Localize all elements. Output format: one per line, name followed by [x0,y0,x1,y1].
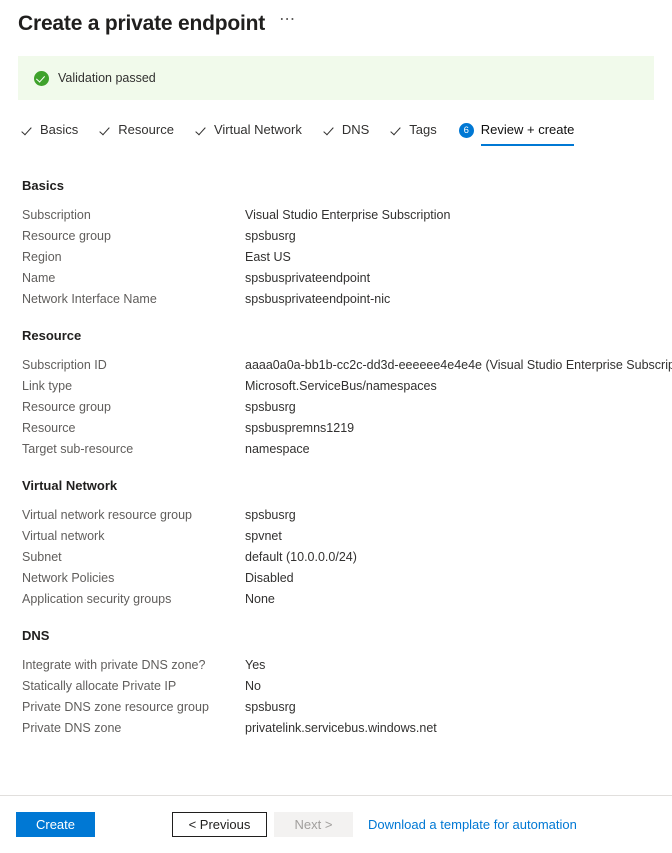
summary-value: aaaa0a0a-bb1b-cc2c-dd3d-eeeeee4e4e4e (Vi… [245,358,672,372]
summary-label: Integrate with private DNS zone? [22,658,206,672]
summary-value: spsbusprivateendpoint [245,271,371,285]
summary-row: Name spsbusprivateendpoint [22,268,662,289]
summary-row: Resource group spsbusrg [22,226,662,247]
validation-message: Validation passed [58,71,156,85]
tab-label: Review + create [480,122,575,137]
summary-label: Resource group [22,229,111,243]
summary-label: Application security groups [22,592,172,606]
summary-row: Statically allocate Private IP No [22,676,662,697]
summary-value: privatelink.servicebus.windows.net [245,721,437,735]
check-icon [391,125,402,136]
summary-row: Application security groups None [22,589,662,610]
next-button: Next > [274,812,353,837]
summary-label: Name [22,271,56,285]
validation-banner: Validation passed [18,56,654,100]
footer-action-bar: Create < Previous Next > Download a temp… [0,796,672,853]
summary-value: spvnet [245,529,282,543]
summary-value: spsbusrg [245,400,296,414]
summary-value: Disabled [245,571,294,585]
tab-step-badge: 6 [458,122,474,138]
summary-row: Region East US [22,247,662,268]
section-basics: Basics Subscription Visual Studio Enterpri… [22,178,662,310]
summary-label: Subscription [22,208,91,222]
summary-label: Statically allocate Private IP [22,679,177,693]
summary-label: Subscription ID [22,358,107,372]
summary-label: Subnet [22,550,62,564]
previous-button[interactable]: < Previous [172,812,267,837]
summary-row: Virtual network resource group spsbusrg [22,505,662,526]
summary-row: Subscription ID aaaa0a0a-bb1b-cc2c-dd3d-e… [22,355,672,376]
summary-value: spsbusrg [245,700,296,714]
summary-label: Network Interface Name [22,292,157,306]
summary-row: Private DNS zone resource group spsbusrg [22,697,662,718]
tab-label: DNS [341,122,370,137]
summary-label: Target sub-resource [22,442,134,456]
check-icon [100,125,111,136]
summary-label: Virtual network [22,529,105,543]
summary-row: Link type Microsoft.ServiceBus/namespaces [22,376,662,397]
summary-value: Microsoft.ServiceBus/namespaces [245,379,437,393]
tab-tags[interactable]: Tags [391,122,436,146]
summary-label: Resource [22,421,76,435]
section-title: Resource [22,328,82,343]
check-icon [22,125,33,136]
page-header: Create a private endpoint ⋯ [18,8,654,40]
summary-label: Link type [22,379,73,393]
page-title: Create a private endpoint [18,12,266,35]
summary-row: Resource group spsbusrg [22,397,662,418]
summary-row: Subnet default (10.0.0.0/24) [22,547,662,568]
tab-virtual-network[interactable]: Virtual Network [196,122,302,146]
summary-row: Virtual network spvnet [22,526,662,547]
section-title: Basics [22,178,64,193]
tab-label: Virtual Network [213,122,302,137]
summary-row: Private DNS zone privatelink.servicebus.w… [22,718,662,739]
summary-label: Network Policies [22,571,115,585]
tab-review-create[interactable]: 6 Review + create [458,122,575,146]
summary-label: Region [22,250,62,264]
summary-value: None [245,592,275,606]
summary-value: spsbuspremns1219 [245,421,355,435]
section-title: DNS [22,628,50,643]
summary-value: No [245,679,261,693]
download-template-link[interactable]: Download a template for automation [368,817,577,832]
check-icon [324,125,335,136]
check-circle-icon [34,70,49,86]
tab-dns[interactable]: DNS [324,122,369,146]
section-virtual-network: Virtual Network Virtual network resource … [22,478,662,610]
check-icon [196,125,207,136]
more-options-icon[interactable]: ⋯ [279,12,295,33]
summary-label: Private DNS zone resource group [22,700,209,714]
tab-label: Resource [118,122,174,137]
section-title: Virtual Network [22,478,118,493]
tab-label: Tags [409,122,437,137]
summary-row: Subscription Visual Studio Enterprise Sub… [22,205,662,226]
summary-value: spsbusrg [245,508,296,522]
summary-row: Resource spsbuspremns1219 [22,418,662,439]
tab-resource[interactable]: Resource [100,122,174,146]
summary-value: default (10.0.0.0/24) [245,550,357,564]
summary-row: Network Policies Disabled [22,568,662,589]
summary-value: Yes [245,658,266,672]
summary-row: Target sub-resource namespace [22,439,662,460]
summary-label: Resource group [22,400,111,414]
summary-value: Visual Studio Enterprise Subscription [245,208,451,222]
summary-value: namespace [245,442,310,456]
wizard-tabs: Basics Resource Virtual Network DNS Tags 6 Rev… [22,122,596,146]
summary-value: spsbusrg [245,229,296,243]
summary-row: Integrate with private DNS zone? Yes [22,655,662,676]
summary-row: Network Interface Name spsbusprivateendpo… [22,289,662,310]
summary-label: Private DNS zone [22,721,122,735]
tab-label: Basics [40,122,79,137]
section-resource: Resource Subscription ID aaaa0a0a-bb1b-cc2… [22,328,672,460]
summary-label: Virtual network resource group [22,508,192,522]
review-content: Basics Subscription Visual Studio Enterpri… [22,178,672,757]
create-button[interactable]: Create [16,812,95,837]
tab-basics[interactable]: Basics [22,122,78,146]
summary-value: East US [245,250,291,264]
summary-value: spsbusprivateendpoint-nic [245,292,391,306]
section-dns: DNS Integrate with private DNS zone? Yes St… [22,628,662,739]
